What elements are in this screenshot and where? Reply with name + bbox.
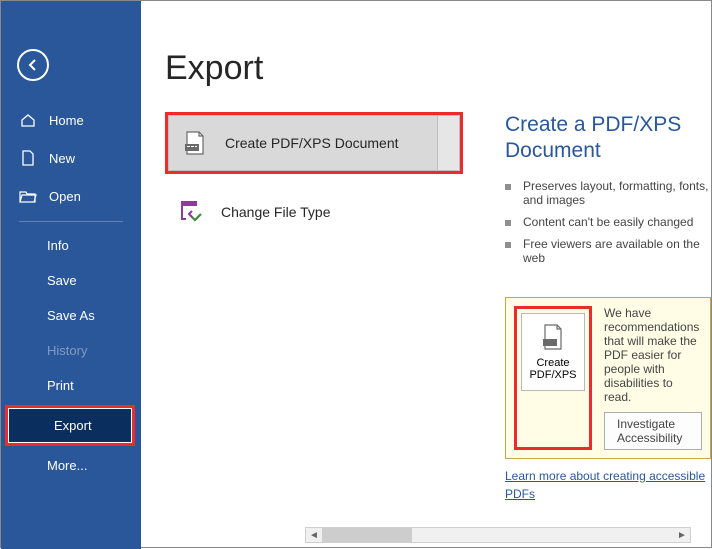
pdf-icon bbox=[540, 323, 566, 353]
pdf-icon bbox=[181, 129, 209, 157]
list-item: Preserves layout, formatting, fonts, and… bbox=[505, 175, 711, 211]
horizontal-scrollbar[interactable]: ◄ ► bbox=[305, 527, 691, 543]
sidebar-item-label: Save bbox=[47, 273, 77, 288]
sidebar-item-info[interactable]: Info bbox=[1, 228, 141, 263]
sidebar-item-label: New bbox=[49, 151, 75, 166]
sidebar-item-label: History bbox=[47, 343, 87, 358]
scroll-right-arrow[interactable]: ► bbox=[674, 528, 690, 542]
feature-list: Preserves layout, formatting, fonts, and… bbox=[505, 175, 711, 269]
list-item: Content can't be easily changed bbox=[505, 211, 711, 233]
page-title: Export bbox=[165, 49, 711, 88]
option-dropdown-handle[interactable] bbox=[438, 115, 460, 171]
sidebar-item-label: Export bbox=[54, 418, 92, 433]
sidebar-divider bbox=[19, 221, 123, 222]
recommendation-panel: Create PDF/XPS We have recommendations t… bbox=[505, 297, 711, 459]
option-create-pdf-xps[interactable]: Create PDF/XPS Document bbox=[168, 115, 438, 171]
annotation-highlight: Create PDF/XPS Document bbox=[165, 112, 463, 174]
sidebar-item-label: Home bbox=[49, 113, 84, 128]
sidebar-item-new[interactable]: New bbox=[1, 139, 141, 177]
sidebar-item-save[interactable]: Save bbox=[1, 263, 141, 298]
sidebar-item-label: Info bbox=[47, 238, 69, 253]
option-change-file-type[interactable]: Change File Type bbox=[165, 184, 435, 240]
back-button[interactable] bbox=[17, 49, 49, 81]
sidebar-item-label: More... bbox=[47, 458, 87, 473]
create-pdf-xps-button[interactable]: Create PDF/XPS bbox=[521, 313, 585, 391]
sidebar-item-print[interactable]: Print bbox=[1, 368, 141, 403]
home-icon bbox=[19, 111, 37, 129]
sidebar-item-open[interactable]: Open bbox=[1, 177, 141, 215]
option-label: Change File Type bbox=[221, 204, 330, 220]
main-area: Export Create PDF/XPS Document Change Fi… bbox=[141, 1, 711, 547]
annotation-highlight: Create PDF/XPS bbox=[514, 306, 592, 450]
learn-more-link[interactable]: Learn more about creating accessible PDF… bbox=[505, 469, 705, 501]
button-label-line2: PDF/XPS bbox=[529, 369, 576, 381]
scroll-track[interactable] bbox=[322, 528, 674, 542]
open-icon bbox=[19, 187, 37, 205]
section-heading: Create a PDF/XPS Document bbox=[505, 112, 711, 165]
sidebar-item-home[interactable]: Home bbox=[1, 101, 141, 139]
new-icon bbox=[19, 149, 37, 167]
annotation-highlight: Export bbox=[5, 405, 135, 446]
sidebar-item-history: History bbox=[1, 333, 141, 368]
sidebar-item-label: Open bbox=[49, 189, 81, 204]
change-file-type-icon bbox=[177, 198, 205, 226]
investigate-accessibility-button[interactable]: Investigate Accessibility bbox=[604, 412, 702, 450]
scroll-left-arrow[interactable]: ◄ bbox=[306, 528, 322, 542]
option-label: Create PDF/XPS Document bbox=[225, 135, 399, 151]
sidebar-item-label: Save As bbox=[47, 308, 95, 323]
sidebar-item-more[interactable]: More... bbox=[1, 448, 141, 483]
backstage-sidebar: Home New Open Info Save Save As History … bbox=[1, 1, 141, 549]
button-label-line1: Create bbox=[536, 357, 569, 369]
list-item: Free viewers are available on the web bbox=[505, 233, 711, 269]
sidebar-item-label: Print bbox=[47, 378, 74, 393]
scroll-thumb[interactable] bbox=[322, 528, 412, 542]
recommendation-text: We have recommendations that will make t… bbox=[604, 306, 702, 404]
sidebar-item-saveas[interactable]: Save As bbox=[1, 298, 141, 333]
sidebar-item-export[interactable]: Export bbox=[8, 408, 132, 443]
